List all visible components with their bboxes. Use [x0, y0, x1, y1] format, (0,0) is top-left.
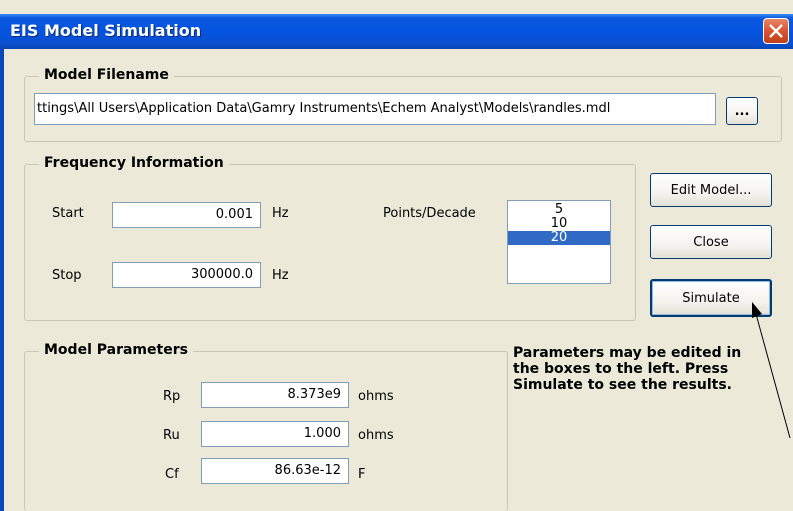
edit-model-label: Edit Model...	[670, 182, 752, 198]
start-input[interactable]: 0.001	[112, 202, 261, 228]
edit-model-button[interactable]: Edit Model...	[650, 173, 772, 207]
start-unit: Hz	[272, 206, 289, 221]
simulate-button-label: Simulate	[682, 290, 740, 306]
model-filename-label: Model Filename	[39, 67, 174, 83]
callout-arrow-line	[755, 313, 791, 439]
start-label: Start	[52, 206, 84, 221]
ru-unit: ohms	[358, 428, 394, 443]
rp-unit: ohms	[358, 389, 394, 404]
stop-unit: Hz	[272, 268, 289, 283]
points-option-5[interactable]: 5	[508, 203, 610, 217]
callout-arrow-head	[752, 302, 762, 318]
cf-label: Cf	[165, 467, 179, 482]
points-option-10[interactable]: 10	[508, 217, 610, 231]
dialog-window: EIS Model Simulation Model Filename ttin…	[0, 0, 793, 511]
browse-button-label: ...	[734, 103, 750, 119]
points-option-20[interactable]: 20	[508, 231, 610, 245]
points-decade-label: Points/Decade	[383, 206, 476, 221]
close-button-label: Close	[693, 234, 729, 250]
close-window-button[interactable]	[763, 18, 789, 44]
title-bar[interactable]: EIS Model Simulation	[0, 14, 793, 49]
ru-label: Ru	[163, 428, 180, 443]
close-icon	[769, 24, 783, 38]
ru-input[interactable]: 1.000	[201, 421, 349, 447]
model-filename-field[interactable]: ttings\All Users\Application Data\Gamry …	[34, 93, 716, 125]
model-parameters-label: Model Parameters	[39, 342, 193, 358]
callout-arrow	[752, 302, 791, 439]
cf-input[interactable]: 86.63e-12	[201, 458, 349, 484]
points-decade-listbox[interactable]: 5 10 20	[507, 200, 611, 284]
window-frame	[0, 49, 4, 511]
stop-input[interactable]: 300000.0	[112, 262, 261, 288]
rp-label: Rp	[163, 389, 181, 404]
stop-label: Stop	[52, 268, 82, 283]
rp-input[interactable]: 8.373e9	[201, 382, 349, 408]
cf-unit: F	[358, 467, 366, 482]
browse-button[interactable]: ...	[726, 97, 758, 125]
window-title: EIS Model Simulation	[10, 21, 202, 40]
frequency-label: Frequency Information	[39, 155, 229, 171]
close-button[interactable]: Close	[650, 225, 772, 259]
